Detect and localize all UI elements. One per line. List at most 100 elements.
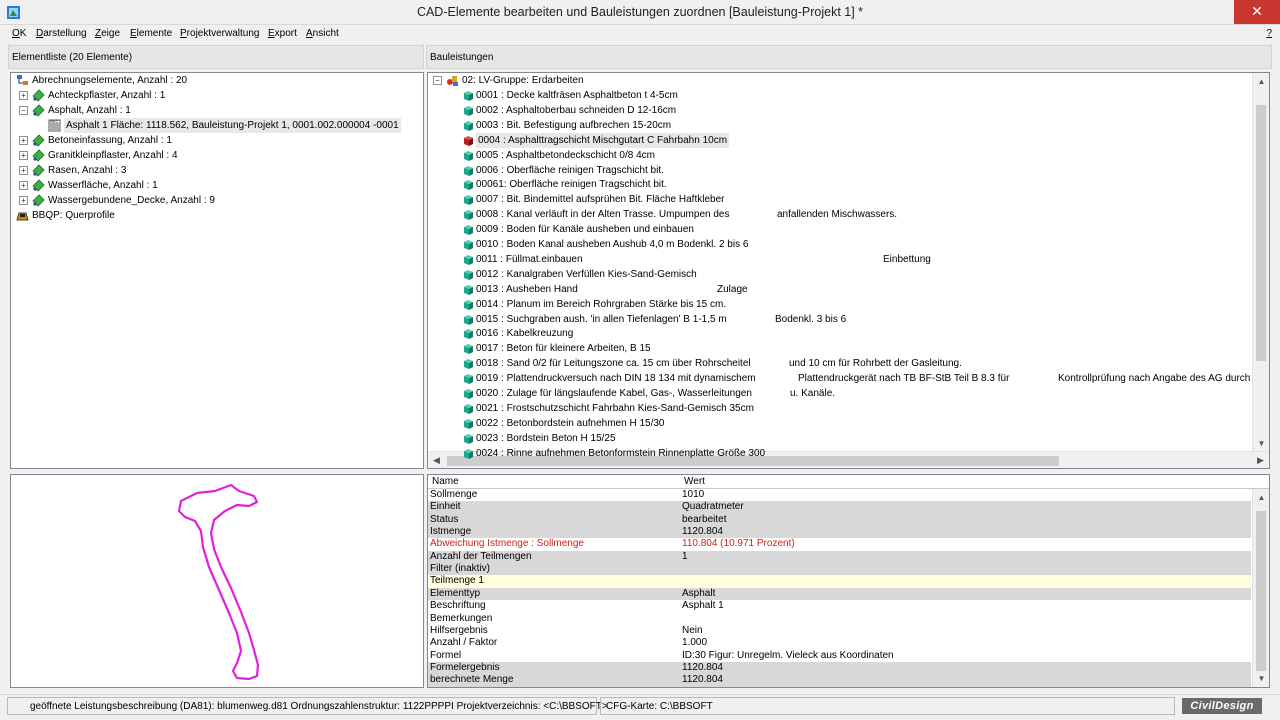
lv-item[interactable]: 0004 : Asphalttragschicht Mischgutart C … <box>428 132 1251 148</box>
col-name-header[interactable]: Name <box>432 476 459 487</box>
expand-icon[interactable]: + <box>19 196 28 205</box>
cube-teal-icon <box>464 180 473 191</box>
expand-icon[interactable]: + <box>19 91 28 100</box>
lv-item[interactable]: 0012 : Kanalgraben Verfüllen Kies-Sand-G… <box>428 267 1251 282</box>
lv-item[interactable]: 0024 : Rinne aufnehmen Betonformstein Ri… <box>428 446 1251 461</box>
property-row[interactable]: Status bearbeitet <box>428 513 1251 527</box>
lv-vertical-scrollbar[interactable]: ▲ ▼ <box>1252 73 1269 452</box>
lv-item[interactable]: 0017 : Beton für kleinere Arbeiten, B 15 <box>428 341 1251 356</box>
property-row[interactable]: Formelergebnis 1120.804 <box>428 661 1251 675</box>
menu-projektverwaltung[interactable]: Projektverwaltung <box>180 28 259 39</box>
lv-item[interactable]: 0011 : Füllmat.einbauen Einbettung <box>428 252 1251 267</box>
lv-item[interactable]: 0018 : Sand 0/2 für Leitungszone ca. 15 … <box>428 356 1251 371</box>
lv-item[interactable]: 0003 : Bit. Befestigung aufbrechen 15-20… <box>428 118 1251 133</box>
lv-item[interactable]: 0010 : Boden Kanal ausheben Aushub 4,0 m… <box>428 237 1251 252</box>
element-tree[interactable]: Abrechnungselemente, Anzahl : 20 + Achteck… <box>10 72 424 469</box>
menu-darstellung[interactable]: Darstellung <box>36 28 87 39</box>
element-tree-item[interactable]: + Rasen, Anzahl : 3 <box>11 163 421 178</box>
property-row[interactable]: Istmenge 1120.804 <box>428 526 1251 539</box>
collapse-icon[interactable]: − <box>19 106 28 115</box>
element-green-icon <box>32 179 45 192</box>
menu-ansicht[interactable]: Ansicht <box>306 28 339 39</box>
property-name: Anzahl / Faktor <box>430 637 498 649</box>
element-tree-item[interactable]: − Asphalt, Anzahl : 1 <box>11 103 421 118</box>
element-tree-item[interactable]: + Wasserfläche, Anzahl : 1 <box>11 178 421 193</box>
lv-item[interactable]: 0007 : Bit. Bindemittel aufsprühen Bit. … <box>428 192 1251 207</box>
lv-item[interactable]: 0009 : Boden für Kanäle ausheben und ein… <box>428 222 1251 237</box>
element-tree-item[interactable]: + Achteckpflaster, Anzahl : 1 <box>11 88 421 103</box>
property-name: Formelergebnis <box>430 661 500 673</box>
menu-elemente[interactable]: Elemente <box>130 28 172 39</box>
lv-item[interactable]: 0005 : Asphaltbetondeckschicht 0/8 4cm <box>428 148 1251 163</box>
element-tree-item[interactable]: + Wassergebundene_Decke, Anzahl : 9 <box>11 193 421 208</box>
property-row[interactable]: Beschriftung Asphalt 1 <box>428 600 1251 613</box>
lv-item[interactable]: 0022 : Betonbordstein aufnehmen H 15/30 <box>428 416 1251 431</box>
lv-item[interactable]: 0021 : Frostschutzschicht Fahrbahn Kies-… <box>428 401 1251 416</box>
element-tree-item[interactable]: + Betoneinfassung, Anzahl : 1 <box>11 133 421 148</box>
property-row[interactable]: Teilmenge 1 <box>428 575 1251 588</box>
lv-item[interactable]: 0013 : Ausheben Hand Zulage <box>428 282 1251 297</box>
col-value-header[interactable]: Wert <box>684 476 705 487</box>
property-name: Elementtyp <box>430 587 481 599</box>
close-button[interactable]: ✕ <box>1234 0 1280 24</box>
lv-item-label: 0016 : Kabelkreuzung <box>476 328 574 340</box>
lv-item[interactable]: 0008 : Kanal verläuft in der Alten Trass… <box>428 207 1251 222</box>
lv-item-label: 0010 : Boden Kanal ausheben Aushub 4,0 m… <box>476 239 749 250</box>
element-tree-label: Asphalt, Anzahl : 1 <box>48 105 131 116</box>
lv-scroll-thumb[interactable] <box>1256 105 1266 361</box>
lv-item-label-cont: Bodenkl. 3 bis 6 <box>775 313 847 325</box>
scroll-right-icon[interactable]: ▶ <box>1252 452 1269 468</box>
menu-help[interactable]: ? <box>1266 28 1272 39</box>
element-tree-item[interactable]: REC Asphalt 1 Fläche: 1118.562, Bauleistu… <box>11 118 421 133</box>
lv-item[interactable]: 0020 : Zulage für längslaufende Kabel, G… <box>428 386 1251 401</box>
lv-item[interactable]: 0006 : Oberfläche reinigen Tragschicht b… <box>428 163 1251 178</box>
lv-item[interactable]: 0015 : Suchgraben aush. 'in allen Tiefen… <box>428 312 1251 327</box>
lv-item-label: 0011 : Füllmat.einbauen <box>476 253 583 265</box>
expand-icon[interactable]: + <box>19 136 28 145</box>
element-tree-item[interactable]: BBQP: Querprofile <box>11 208 421 223</box>
lv-item-label: 0015 : Suchgraben aush. 'in allen Tiefen… <box>476 313 727 325</box>
menu-ok[interactable]: OK <box>12 28 26 39</box>
lv-item[interactable]: 0002 : Asphaltoberbau schneiden D 12-16c… <box>428 103 1251 118</box>
menu-export[interactable]: Export <box>268 28 297 39</box>
property-row[interactable]: berechnete Menge 1120.804 <box>428 674 1251 687</box>
props-vertical-scrollbar[interactable]: ▲ ▼ <box>1252 489 1269 687</box>
property-row[interactable]: Formel ID:30 Figur: Unregelm. Vieleck au… <box>428 649 1251 662</box>
scroll-up-icon[interactable]: ▲ <box>1253 73 1269 90</box>
bauleistungen-header: Bauleistungen <box>426 45 1272 69</box>
lv-item[interactable]: 0014 : Planum im Bereich Rohrgraben Stär… <box>428 297 1251 312</box>
graphic-preview[interactable] <box>10 474 424 688</box>
expand-icon[interactable]: + <box>19 151 28 160</box>
expand-icon[interactable]: + <box>19 181 28 190</box>
property-row[interactable]: Einheit Quadratmeter <box>428 501 1251 514</box>
scroll-up-icon[interactable]: ▲ <box>1253 489 1269 506</box>
property-row[interactable]: Bemerkungen <box>428 612 1251 625</box>
property-row[interactable]: Filter (inaktiv) <box>428 563 1251 576</box>
svg-text:REC: REC <box>50 119 59 124</box>
lv-item-label: 0004 : Asphalttragschicht Mischgutart C … <box>476 132 730 148</box>
lv-item[interactable]: 0016 : Kabelkreuzung <box>428 326 1251 341</box>
property-row[interactable]: Anzahl / Faktor 1.000 <box>428 637 1251 650</box>
property-row[interactable]: Anzahl der Teilmengen 1 <box>428 550 1251 564</box>
props-scroll-thumb[interactable] <box>1256 511 1266 671</box>
property-value: 1120.804 <box>682 674 723 686</box>
element-tree-item[interactable]: Abrechnungselemente, Anzahl : 20 <box>11 73 421 88</box>
property-row[interactable]: Sollmenge 1010 <box>428 489 1251 502</box>
expand-icon[interactable]: + <box>19 166 28 175</box>
menu-zeige[interactable]: Zeige <box>95 28 120 39</box>
lv-item[interactable]: 00061: Oberfläche reinigen Tragschicht b… <box>428 177 1251 192</box>
cube-teal-icon <box>464 165 473 176</box>
property-row[interactable]: Hilfsergebnis Nein <box>428 624 1251 638</box>
property-row[interactable]: Abweichung Istmenge : Sollmenge 110.804 (… <box>428 538 1251 551</box>
collapse-icon[interactable]: − <box>433 76 442 85</box>
scroll-down-icon[interactable]: ▼ <box>1253 435 1269 452</box>
lv-item[interactable]: 0023 : Bordstein Beton H 15/25 <box>428 431 1251 446</box>
property-row[interactable]: Elementtyp Asphalt <box>428 587 1251 601</box>
lv-item[interactable]: 0019 : Plattendruckversuch nach DIN 18 1… <box>428 371 1251 386</box>
lv-item[interactable]: 0001 : Decke kaltfräsen Asphaltbeton t 4… <box>428 88 1251 103</box>
scroll-down-icon[interactable]: ▼ <box>1253 670 1269 687</box>
element-tree-item[interactable]: + Granitkleinpflaster, Anzahl : 4 <box>11 148 421 163</box>
element-tree-label: Granitkleinpflaster, Anzahl : 4 <box>48 150 178 161</box>
lv-tree[interactable]: ▲ ▼ ◀ ▶ −02: LV-Gruppe: Erdarbeiten 0001 … <box>427 72 1270 469</box>
property-value: Quadratmeter <box>682 501 744 513</box>
